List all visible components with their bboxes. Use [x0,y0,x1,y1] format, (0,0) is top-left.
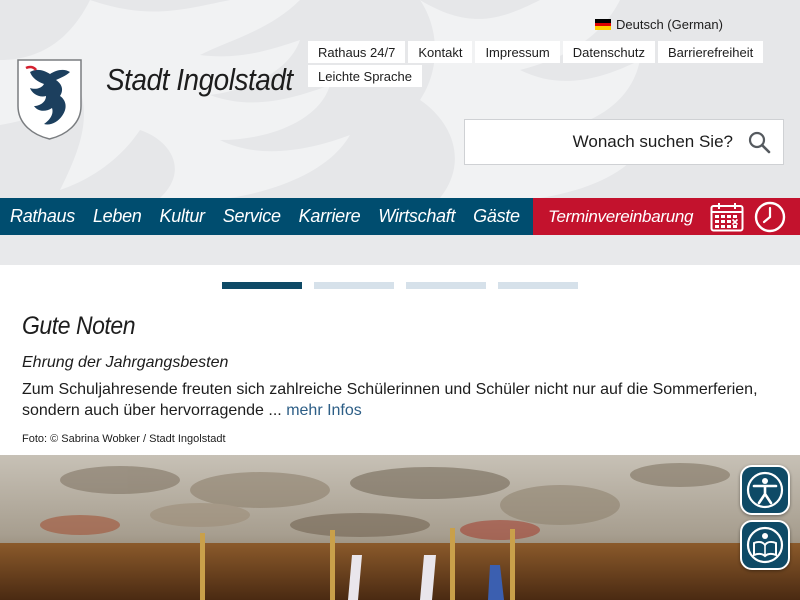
search-icon[interactable] [747,130,771,154]
site-header: Deutsch (German) Rathaus 24/7 Kontakt Im… [0,0,800,198]
language-label: Deutsch (German) [616,17,723,32]
slider-indicators [222,282,578,289]
meta-link-kontakt[interactable]: Kontakt [408,41,473,63]
meta-link-datenschutz[interactable]: Datenschutz [562,41,655,63]
coat-of-arms-logo[interactable] [16,58,83,140]
accessibility-button[interactable] [740,465,790,515]
article-title: Gute Noten [22,312,136,340]
photo-credit: Foto: © Sabrina Wobker / Stadt Ingolstad… [22,433,226,445]
teaser-article: Gute Noten Ehrung der Jahrgangsbesten Zu… [22,312,782,445]
clock-icon [754,201,786,233]
accessibility-icon [746,471,784,509]
meta-link-rathaus-24-7[interactable]: Rathaus 24/7 [308,41,406,63]
search-box [464,119,784,165]
appointment-button[interactable]: Terminvereinbarung [533,198,800,235]
article-photo [0,455,800,600]
meta-link-impressum[interactable]: Impressum [475,41,560,63]
appointment-label: Terminvereinbarung [548,206,694,226]
nav-item-gaeste[interactable]: Gäste [473,206,520,227]
nav-item-karriere[interactable]: Karriere [299,206,361,227]
nav-item-kultur[interactable]: Kultur [160,206,206,227]
article-subtitle: Ehrung der Jahrgangsbesten [22,354,229,371]
slider-indicator-4[interactable] [498,282,578,289]
article-body: Zum Schuljahresende freuten sich zahlrei… [22,381,758,419]
meta-navigation: Rathaus 24/7 Kontakt Impressum Datenschu… [308,41,768,87]
slider-indicator-3[interactable] [406,282,486,289]
more-info-link[interactable]: mehr Infos [286,402,362,419]
easy-read-button[interactable] [740,520,790,570]
nav-item-rathaus[interactable]: Rathaus [10,206,75,227]
main-navigation: Rathaus Leben Kultur Service Karriere Wi… [0,198,800,235]
language-selector[interactable]: Deutsch (German) [595,17,723,32]
site-title[interactable]: Stadt Ingolstadt [106,62,293,98]
nav-item-leben[interactable]: Leben [93,206,142,227]
slider-indicator-1[interactable] [222,282,302,289]
flag-de-icon [595,19,611,31]
meta-link-leichte-sprache[interactable]: Leichte Sprache [308,65,422,87]
easy-read-icon [746,526,784,564]
nav-item-service[interactable]: Service [223,206,281,227]
slider-indicator-2[interactable] [314,282,394,289]
meta-link-barrierefreiheit[interactable]: Barrierefreiheit [658,41,764,63]
nav-item-wirtschaft[interactable]: Wirtschaft [378,206,455,227]
calendar-icon [710,203,744,232]
search-input[interactable] [493,132,733,152]
article-text: Zum Schuljahresende freuten sich zahlrei… [22,379,782,421]
nav-spacer [0,235,800,265]
